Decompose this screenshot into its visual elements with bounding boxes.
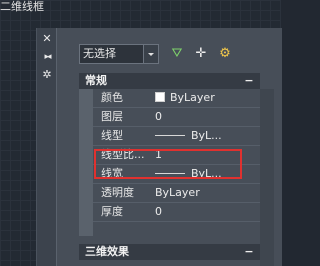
- color-value-text: ByLayer: [170, 91, 215, 104]
- visual-style-label[interactable]: 二维线框: [0, 0, 60, 13]
- property-label: 厚度: [101, 205, 123, 218]
- toggle-pickadd-icon[interactable]: ⚙: [215, 44, 235, 64]
- close-icon[interactable]: ✕: [37, 32, 57, 46]
- auto-hide-icon[interactable]: ▸◂: [37, 50, 57, 64]
- section-indent-bar: [79, 89, 93, 236]
- property-row-thickness[interactable]: 厚度 0: [93, 203, 260, 222]
- property-row-color[interactable]: 颜色 ByLayer: [93, 89, 260, 108]
- selection-dropdown-value: 无选择: [83, 47, 116, 60]
- property-row-transparency[interactable]: 透明度 ByLayer: [93, 184, 260, 203]
- property-label: 透明度: [101, 186, 134, 199]
- property-label: 线型: [101, 129, 123, 142]
- collapse-3d-effects-icon[interactable]: −: [244, 244, 254, 260]
- properties-panel: 无选择 ⛛ ✛ ⚙ 常规 − 颜色 ByLayer 图层 0 线型 ByL...…: [56, 28, 282, 266]
- property-row-linetype[interactable]: 线型 ByL...: [93, 127, 260, 146]
- section-general-title: 常规: [85, 74, 107, 87]
- collapse-general-icon[interactable]: −: [244, 73, 254, 89]
- section-3d-effects-header[interactable]: 三维效果 −: [79, 244, 260, 260]
- property-label: 颜色: [101, 91, 123, 104]
- property-value[interactable]: ByL...: [155, 127, 255, 145]
- select-objects-icon[interactable]: ✛: [191, 44, 211, 64]
- section-general-header[interactable]: 常规 −: [79, 73, 260, 89]
- property-row-layer[interactable]: 图层 0: [93, 108, 260, 127]
- properties-settings-icon[interactable]: ✲: [37, 68, 57, 82]
- property-value[interactable]: ByLayer: [155, 89, 255, 107]
- palette-title-strip[interactable]: ✕ ▸◂ ✲: [36, 28, 57, 266]
- chevron-down-icon[interactable]: [143, 45, 158, 63]
- property-value[interactable]: 0: [155, 108, 255, 126]
- color-swatch-icon: [155, 92, 165, 102]
- panel-scrollbar[interactable]: [260, 89, 274, 266]
- quick-select-icon[interactable]: ⛛: [167, 44, 187, 64]
- selection-dropdown[interactable]: 无选择: [79, 44, 159, 64]
- property-value[interactable]: ByLayer: [155, 184, 255, 202]
- section-3d-effects-title: 三维效果: [85, 245, 129, 258]
- linetype-sample-icon: [155, 135, 185, 136]
- linetype-value-text: ByL...: [191, 129, 222, 142]
- property-value[interactable]: 0: [155, 203, 255, 221]
- highlight-annotation-box: [94, 149, 242, 179]
- property-label: 图层: [101, 110, 123, 123]
